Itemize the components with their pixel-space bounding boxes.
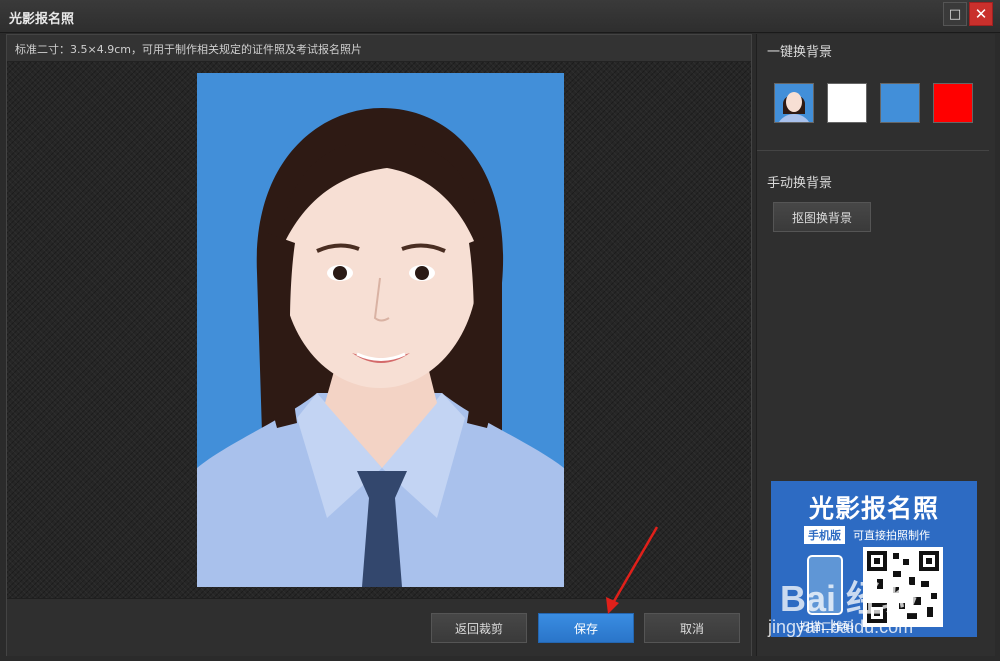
size-info-text: 标准二寸：3.5×4.9cm，可用于制作相关规定的证件照及考试报名照片 (15, 43, 362, 56)
swatch-red[interactable] (933, 83, 973, 123)
back-to-crop-button[interactable]: 返回裁剪 (431, 613, 527, 643)
swatch-original-photo[interactable] (774, 83, 814, 123)
window-title: 光影报名照 (9, 12, 75, 27)
action-bar: 返回裁剪 保存 取消 (7, 598, 751, 656)
ad-subtitle: 可直接拍照制作 (853, 529, 930, 542)
cutout-background-button[interactable]: 抠图换背景 (773, 202, 871, 232)
background-side-panel: 一键换背景 手动换背景 抠图换背景 光影报名照 手机版 可直接拍照制作 扫描二维… (756, 34, 995, 656)
close-icon: ✕ (974, 5, 988, 23)
id-photo (197, 73, 564, 587)
portrait-image (197, 108, 564, 587)
info-bar: 标准二寸：3.5×4.9cm，可用于制作相关规定的证件照及考试报名照片 (7, 35, 751, 62)
baidu-watermark: Bai 经验 (780, 578, 919, 619)
swatch-blue[interactable] (880, 83, 920, 123)
swatch-white[interactable] (827, 83, 867, 123)
preview-panel: 标准二寸：3.5×4.9cm，可用于制作相关规定的证件照及考试报名照片 返回裁剪… (6, 34, 752, 656)
maximize-icon: □ (948, 6, 962, 22)
close-button[interactable]: ✕ (969, 2, 993, 26)
title-bar: 光影报名照 □ ✕ (0, 0, 1000, 33)
manual-background-label: 手动换背景 (767, 176, 833, 191)
ad-badge: 手机版 (804, 526, 845, 544)
section-divider (757, 150, 989, 151)
cancel-button[interactable]: 取消 (644, 613, 740, 643)
baidu-watermark-url: jingyan.baidu.com (768, 617, 914, 637)
ad-title: 光影报名照 (808, 494, 939, 523)
maximize-button[interactable]: □ (943, 2, 967, 26)
one-click-background-label: 一键换背景 (767, 45, 833, 60)
photo-thumbnail-icon (775, 84, 813, 122)
save-button[interactable]: 保存 (538, 613, 634, 643)
